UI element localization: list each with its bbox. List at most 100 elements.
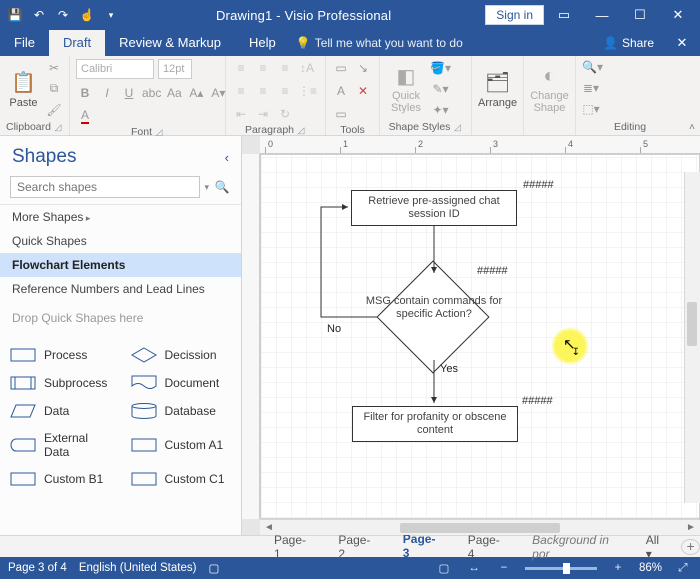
save-icon[interactable]: 💾 bbox=[4, 4, 26, 26]
share-button[interactable]: 👤 Share bbox=[593, 36, 664, 50]
touch-toggle-icon[interactable]: ☝ bbox=[76, 4, 98, 26]
italic-button[interactable]: I bbox=[98, 84, 116, 102]
strike-button[interactable]: abc bbox=[142, 84, 161, 102]
font-shrink-icon[interactable]: A▾ bbox=[209, 84, 227, 102]
stencil-item[interactable]: Flowchart Elements bbox=[0, 253, 241, 277]
page-tab-4[interactable]: Page-4 bbox=[454, 531, 518, 563]
cut-icon[interactable]: ✂ bbox=[45, 59, 63, 77]
search-dropdown-icon[interactable]: ▾ bbox=[204, 182, 209, 193]
indent-inc-icon[interactable]: ⇥ bbox=[254, 105, 272, 123]
align-left-icon[interactable]: ≡ bbox=[232, 82, 250, 100]
shape-master[interactable]: External Data bbox=[0, 425, 121, 465]
shapes-collapse-icon[interactable]: ‹ bbox=[225, 150, 229, 165]
status-language[interactable]: English (United States) bbox=[79, 562, 197, 574]
tell-me[interactable]: 💡 Tell me what you want to do bbox=[296, 36, 463, 50]
select-icon[interactable]: ⬚▾ bbox=[582, 100, 600, 118]
shape-master[interactable]: Custom B1 bbox=[0, 465, 121, 493]
horizontal-scrollbar[interactable]: ◄ ► bbox=[260, 519, 700, 535]
presentation-mode-icon[interactable]: ▢ bbox=[435, 561, 453, 575]
flowchart-process-n1[interactable]: Retrieve pre-assigned chat session ID bbox=[351, 190, 517, 226]
tab-review-markup[interactable]: Review & Markup bbox=[105, 30, 235, 56]
paragraph-launcher-icon[interactable]: ◿ bbox=[296, 125, 306, 135]
connector-tool-icon[interactable]: ↘ bbox=[354, 59, 372, 77]
shape-master[interactable]: Document bbox=[121, 369, 242, 397]
tab-file[interactable]: File bbox=[0, 30, 49, 56]
text-highlight-button[interactable]: Aa bbox=[165, 84, 183, 102]
shapestyles-launcher-icon[interactable]: ◿ bbox=[452, 122, 462, 132]
indent-dec-icon[interactable]: ⇤ bbox=[232, 105, 250, 123]
zoom-out-icon[interactable]: − bbox=[495, 562, 513, 574]
shape-master[interactable]: Custom C1 bbox=[121, 465, 242, 493]
pointer-tool-icon[interactable]: ▭ bbox=[332, 59, 350, 77]
change-shape-button[interactable]: ◐ Change Shape bbox=[530, 61, 569, 117]
align-right-icon[interactable]: ≡ bbox=[276, 82, 294, 100]
arrange-button[interactable]: 🗂 Arrange bbox=[478, 61, 517, 117]
shape-master[interactable]: Data bbox=[0, 397, 121, 425]
page-tab-add-icon[interactable]: + bbox=[681, 539, 700, 555]
text-direction-icon[interactable]: ↕A bbox=[298, 59, 316, 77]
quick-styles-button[interactable]: ◧ Quick Styles bbox=[386, 61, 426, 117]
page-tab-all[interactable]: All ▾ bbox=[638, 531, 675, 563]
fit-page-icon[interactable]: ↔ bbox=[465, 562, 483, 574]
signin-button[interactable]: Sign in bbox=[485, 5, 544, 25]
text-tool-icon[interactable]: A bbox=[332, 82, 350, 100]
tab-draft[interactable]: Draft bbox=[49, 30, 105, 56]
close-icon[interactable]: ✕ bbox=[660, 0, 696, 30]
align-center-icon[interactable]: ≡ bbox=[254, 82, 272, 100]
shape-master[interactable]: Database bbox=[121, 397, 242, 425]
maximize-icon[interactable]: ☐ bbox=[622, 0, 658, 30]
delete-tool-icon[interactable]: ✕ bbox=[354, 82, 372, 100]
paste-button[interactable]: 📋 Paste bbox=[6, 61, 41, 117]
search-shapes-input[interactable] bbox=[10, 176, 200, 198]
line-color-icon[interactable]: ✎▾ bbox=[430, 80, 451, 98]
bold-button[interactable]: B bbox=[76, 84, 94, 102]
font-name-select[interactable]: Calibri bbox=[76, 59, 154, 79]
redo-icon[interactable]: ↷ bbox=[52, 4, 74, 26]
vertical-scrollbar[interactable] bbox=[684, 172, 700, 503]
shape-master[interactable]: Process bbox=[0, 341, 121, 369]
ribbon-display-options-icon[interactable]: ▭ bbox=[546, 0, 582, 30]
font-color-button[interactable]: A bbox=[76, 107, 94, 125]
shape-master[interactable]: Decission bbox=[121, 341, 242, 369]
fill-color-icon[interactable]: 🪣▾ bbox=[430, 59, 451, 77]
macro-record-icon[interactable]: ▢ bbox=[208, 561, 219, 575]
find-icon[interactable]: 🔍▾ bbox=[582, 58, 603, 76]
stencil-item[interactable]: More Shapes bbox=[0, 205, 241, 229]
format-painter-icon[interactable]: 🖌 bbox=[45, 101, 63, 119]
shape-master[interactable]: Subprocess bbox=[0, 369, 121, 397]
shape-master[interactable]: Custom A1 bbox=[121, 425, 242, 465]
align-top-icon[interactable]: ≡ bbox=[232, 59, 250, 77]
align-middle-icon[interactable]: ≡ bbox=[254, 59, 272, 77]
copy-icon[interactable]: ⧉ bbox=[45, 80, 63, 98]
scroll-left-icon[interactable]: ◄ bbox=[262, 522, 276, 533]
rectangle-tool-icon[interactable]: ▭ bbox=[332, 105, 350, 123]
qat-dropdown-icon[interactable]: ▾ bbox=[100, 4, 122, 26]
zoom-slider[interactable] bbox=[525, 567, 597, 570]
page-tab-background[interactable]: Background in por bbox=[518, 531, 638, 563]
drawing-page[interactable]: Retrieve pre-assigned chat session ID ##… bbox=[260, 154, 700, 519]
search-go-icon[interactable]: 🔍 bbox=[213, 180, 231, 194]
zoom-percent[interactable]: 86% bbox=[639, 562, 662, 574]
scroll-right-icon[interactable]: ► bbox=[684, 522, 698, 533]
fit-window-icon[interactable]: ⤢ bbox=[674, 562, 692, 575]
flowchart-process-n3[interactable]: Filter for profanity or obscene content bbox=[352, 406, 518, 442]
stencil-item[interactable]: Quick Shapes bbox=[0, 229, 241, 253]
underline-button[interactable]: U bbox=[120, 84, 138, 102]
rotate-text-icon[interactable]: ↻ bbox=[276, 105, 294, 123]
undo-icon[interactable]: ↶ bbox=[28, 4, 50, 26]
layers-icon[interactable]: ≣▾ bbox=[582, 79, 600, 97]
close-document-icon[interactable]: ✕ bbox=[664, 28, 700, 58]
clipboard-launcher-icon[interactable]: ◿ bbox=[53, 122, 63, 132]
zoom-in-icon[interactable]: + bbox=[609, 562, 627, 574]
bullets-icon[interactable]: ⋮≡ bbox=[298, 82, 317, 100]
effects-icon[interactable]: ✦▾ bbox=[430, 101, 451, 119]
font-size-select[interactable]: 12pt bbox=[158, 59, 192, 79]
tab-help[interactable]: Help bbox=[235, 30, 290, 56]
page-tab-2[interactable]: Page-2 bbox=[324, 531, 388, 563]
align-bottom-icon[interactable]: ≡ bbox=[276, 59, 294, 77]
minimize-icon[interactable]: — bbox=[584, 0, 620, 30]
stencil-item[interactable]: Reference Numbers and Lead Lines bbox=[0, 277, 241, 301]
page-tab-1[interactable]: Page-1 bbox=[260, 531, 324, 563]
font-grow-icon[interactable]: A▴ bbox=[187, 84, 205, 102]
collapse-ribbon-icon[interactable]: ˄ bbox=[684, 56, 700, 135]
